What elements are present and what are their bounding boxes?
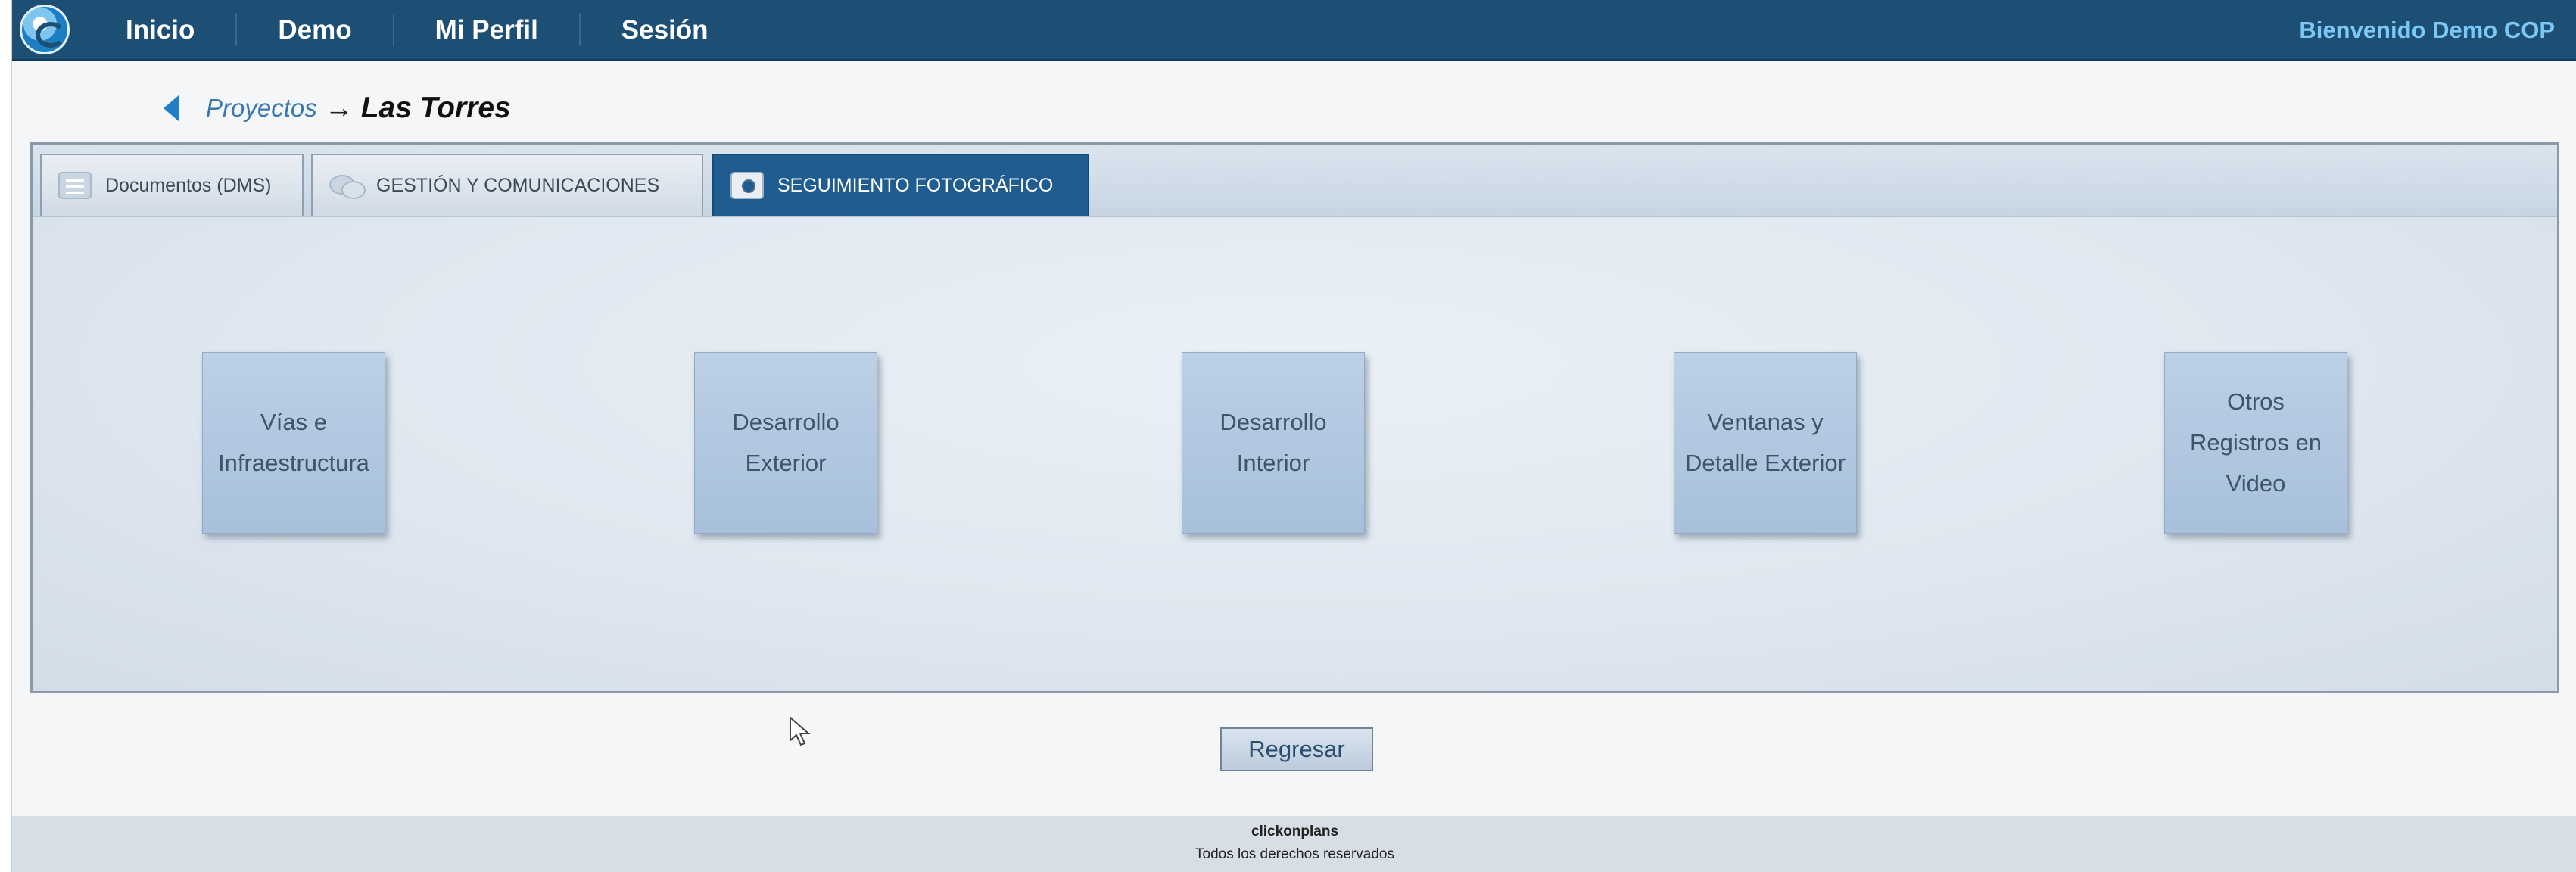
tab-gestion-comunicaciones[interactable]: GESTIÓN Y COMUNICACIONES <box>311 154 703 216</box>
category-label: Vías e Infraestructura <box>218 409 369 476</box>
tab-label: GESTIÓN Y COMUNICACIONES <box>376 174 660 196</box>
breadcrumb-separator-icon: → <box>324 92 354 124</box>
category-ventanas-detalle-exterior[interactable]: Ventanas y Detalle Exterior <box>1674 352 1857 534</box>
category-vias-infraestructura[interactable]: Vías e Infraestructura <box>202 352 385 534</box>
nav-item-mi-perfil[interactable]: Mi Perfil <box>394 14 581 46</box>
footer-rights: Todos los derechos reservados <box>1195 846 1394 862</box>
tab-seguimiento-fotografico[interactable]: SEGUIMIENTO FOTOGRÁFICO <box>712 154 1089 216</box>
top-navigation-bar: Inicio Demo Mi Perfil Sesión Bienvenido … <box>12 0 2576 61</box>
welcome-message: Bienvenido Demo COP <box>2299 17 2555 43</box>
mouse-cursor-icon <box>790 716 811 746</box>
footer-brand: clickonplans <box>1251 824 1339 839</box>
camera-icon <box>730 172 764 199</box>
breadcrumb-link-proyectos[interactable]: Proyectos <box>206 94 317 123</box>
tab-label: SEGUIMIENTO FOTOGRÁFICO <box>777 174 1054 196</box>
footer: clickonplans Todos los derechos reservad… <box>12 816 2576 872</box>
nav-item-demo[interactable]: Demo <box>237 14 394 46</box>
category-desarrollo-exterior[interactable]: Desarrollo Exterior <box>694 352 877 534</box>
category-label: Desarrollo Interior <box>1219 409 1327 476</box>
category-label: Desarrollo Exterior <box>732 409 839 476</box>
tab-documentos[interactable]: Documentos (DMS) <box>40 154 304 216</box>
category-label: Otros Registros en Video <box>2189 388 2322 497</box>
breadcrumb-current-project: Las Torres <box>360 92 511 124</box>
category-otros-registros-video[interactable]: Otros Registros en Video <box>2164 352 2347 534</box>
tab-strip: Documentos (DMS) GESTIÓN Y COMUNICACIONE… <box>33 145 2557 217</box>
category-desarrollo-interior[interactable]: Desarrollo Interior <box>1182 352 1365 534</box>
tab-label: Documentos (DMS) <box>105 174 272 196</box>
chat-icon <box>329 172 366 199</box>
back-arrow-icon[interactable] <box>164 95 179 121</box>
nav-item-inicio[interactable]: Inicio <box>103 14 238 46</box>
category-label: Ventanas y Detalle Exterior <box>1685 409 1846 476</box>
app-frame: Inicio Demo Mi Perfil Sesión Bienvenido … <box>11 0 2576 872</box>
regresar-button[interactable]: Regresar <box>1220 727 1373 771</box>
tab-panel: Documentos (DMS) GESTIÓN Y COMUNICACIONE… <box>30 142 2559 693</box>
document-icon <box>58 172 92 199</box>
app-logo-icon[interactable] <box>20 5 70 54</box>
nav-item-sesion[interactable]: Sesión <box>581 14 749 46</box>
breadcrumb: Proyectos → Las Torres <box>164 89 511 127</box>
main-nav: Inicio Demo Mi Perfil Sesión <box>103 0 749 61</box>
